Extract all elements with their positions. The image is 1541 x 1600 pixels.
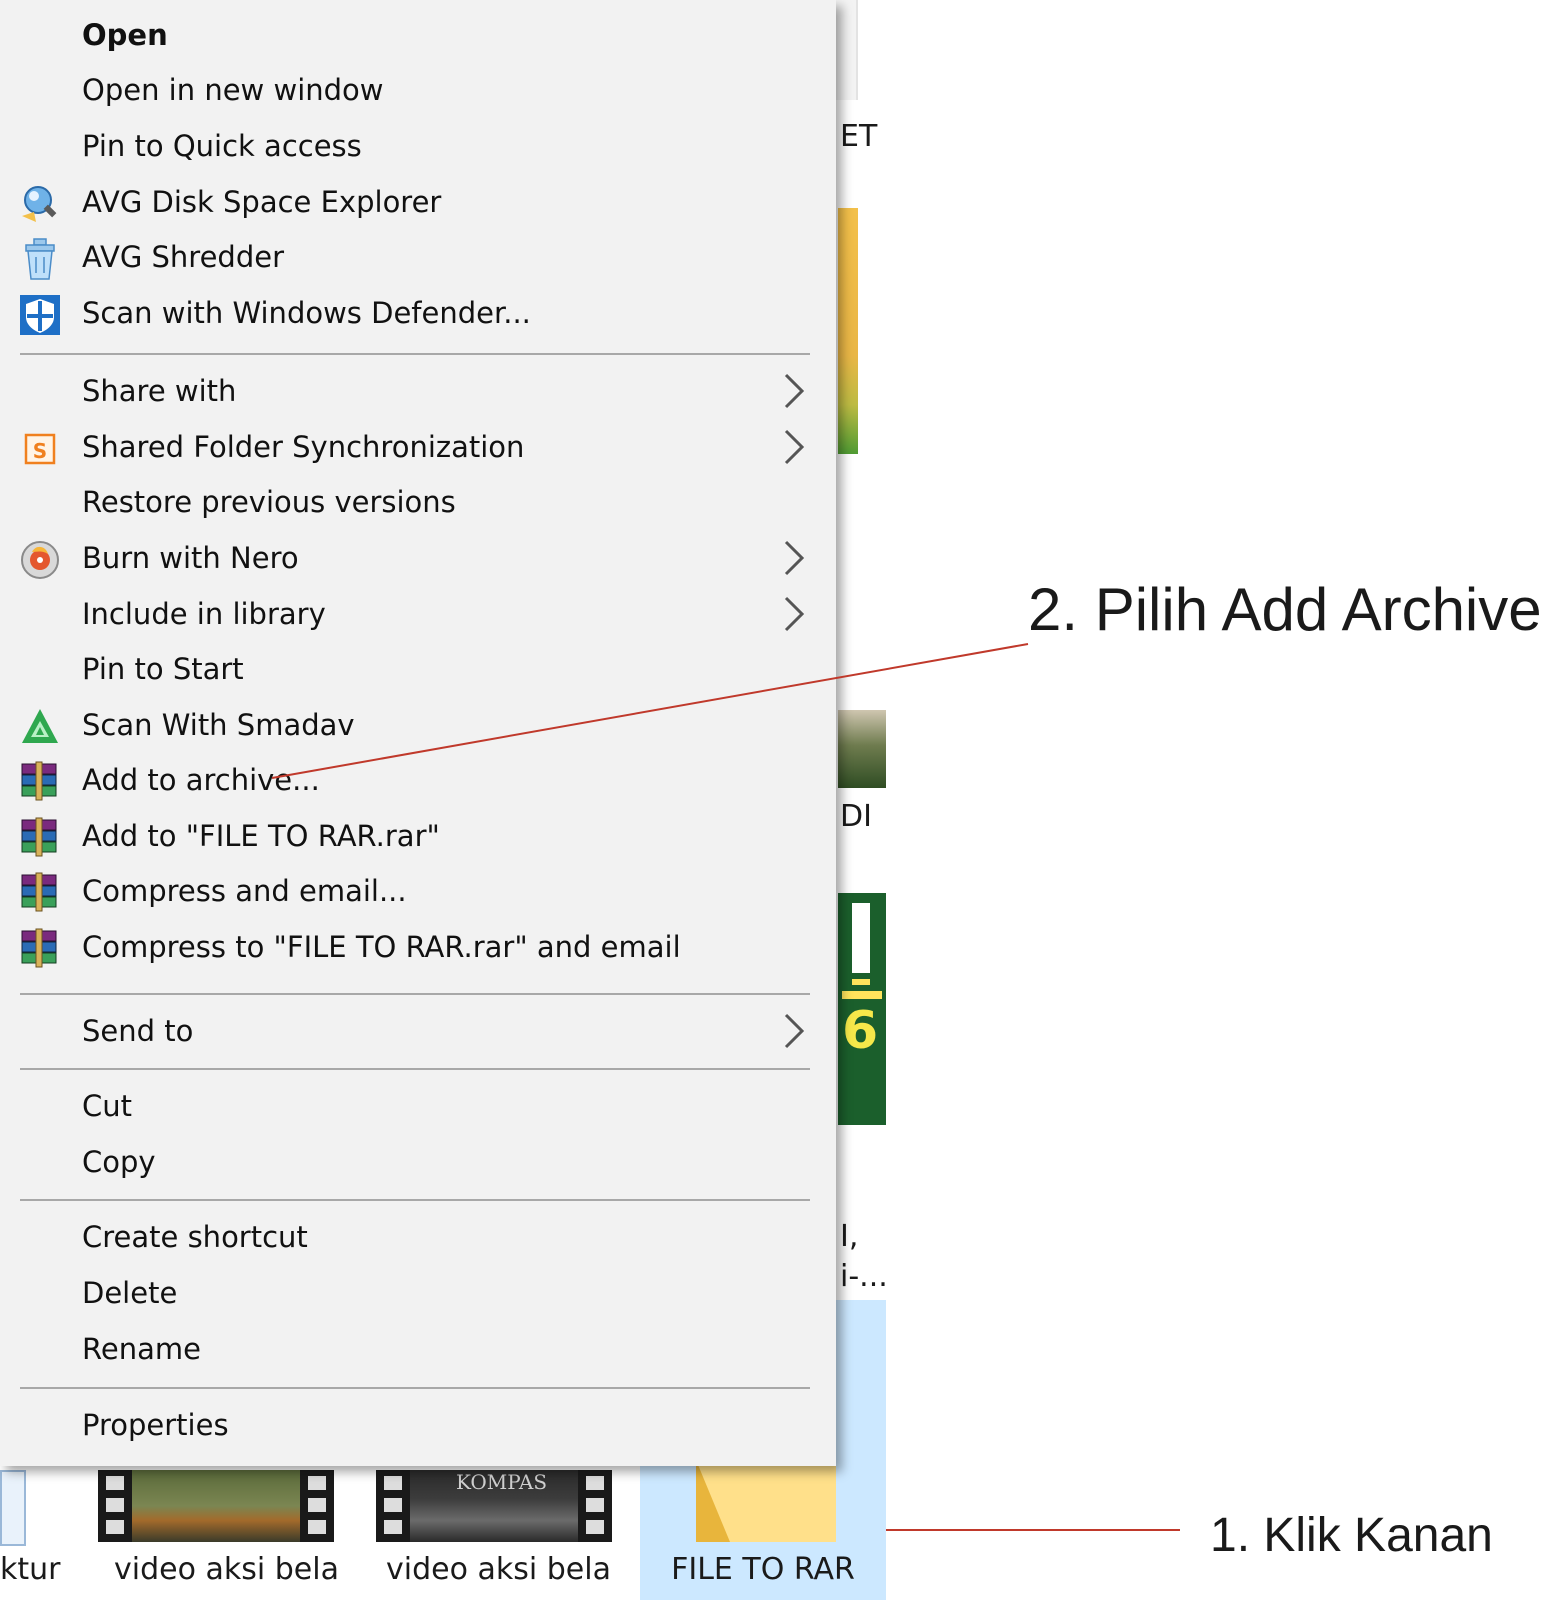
file-caption: ktur: [0, 1552, 61, 1587]
menu-item-label: AVG Shredder: [82, 240, 285, 274]
sync-icon: S: [24, 433, 56, 465]
menu-item-label: Compress and email...: [82, 874, 407, 908]
folder-name-label: FILE TO RAR: [671, 1552, 855, 1587]
menu-separator: [20, 1199, 810, 1201]
menu-item-label: Add to archive...: [82, 763, 320, 797]
chevron-right-icon: [784, 373, 805, 409]
menu-item-add-to-archive[interactable]: Add to archive...: [0, 752, 836, 808]
menu-item-cut[interactable]: Cut: [0, 1078, 836, 1134]
menu-item-create-shortcut[interactable]: Create shortcut: [0, 1209, 836, 1265]
menu-item-avg-shredder[interactable]: AVG Shredder: [0, 229, 836, 285]
menu-item-open[interactable]: Open: [0, 7, 836, 63]
smadav-icon: [22, 709, 58, 743]
menu-item-label: Shared Folder Synchronization: [82, 430, 525, 464]
file-label-fragment: I,: [840, 1219, 859, 1254]
menu-item-label: Properties: [82, 1408, 229, 1442]
menu-item-avg-disk-space-explorer[interactable]: AVG Disk Space Explorer: [0, 174, 836, 230]
menu-item-properties[interactable]: Properties: [0, 1397, 836, 1453]
menu-item-add-to-rar[interactable]: Add to "FILE TO RAR.rar": [0, 808, 836, 864]
menu-item-label: Burn with Nero: [82, 541, 299, 575]
menu-item-label: Copy: [82, 1145, 156, 1179]
file-thumbnail-fragment[interactable]: [0, 1470, 26, 1546]
file-thumbnail-fragment[interactable]: [838, 710, 886, 788]
menu-item-label: Add to "FILE TO RAR.rar": [82, 819, 440, 853]
winrar-icon: [21, 872, 57, 912]
menu-item-label: Delete: [82, 1276, 178, 1310]
menu-separator: [20, 1387, 810, 1389]
menu-item-label: Pin to Quick access: [82, 129, 362, 163]
menu-item-label: Pin to Start: [82, 652, 244, 686]
menu-item-label: Send to: [82, 1014, 194, 1048]
video-thumbnail[interactable]: [98, 1470, 334, 1542]
annotation-step1: 1. Klik Kanan: [1210, 1509, 1493, 1562]
nero-icon: [21, 541, 59, 579]
file-caption: video aksi bela: [114, 1552, 339, 1587]
avg-disk-icon: [22, 186, 57, 222]
menu-item-delete[interactable]: Delete: [0, 1265, 836, 1321]
chevron-right-icon: [784, 596, 805, 632]
menu-item-share-with[interactable]: Share with: [0, 363, 836, 419]
menu-item-label: Open: [82, 18, 168, 52]
menu-item-copy[interactable]: Copy: [0, 1134, 836, 1190]
menu-item-rename[interactable]: Rename: [0, 1321, 836, 1377]
winrar-icon: [21, 928, 57, 968]
file-label-fragment: ET: [840, 119, 878, 154]
menu-item-label: Restore previous versions: [82, 485, 456, 519]
menu-item-label: Cut: [82, 1089, 132, 1123]
menu-item-restore-previous-versions[interactable]: Restore previous versions: [0, 474, 836, 530]
chevron-right-icon: [784, 540, 805, 576]
svg-text:S: S: [33, 439, 47, 463]
menu-item-scan-smadav[interactable]: Scan With Smadav: [0, 697, 836, 753]
chevron-right-icon: [784, 429, 805, 465]
menu-item-label: Rename: [82, 1332, 201, 1366]
file-label-fragment: DI: [840, 799, 872, 834]
menu-item-label: Create shortcut: [82, 1220, 308, 1254]
file-thumbnail-fragment[interactable]: [838, 208, 858, 454]
menu-item-label: Compress to "FILE TO RAR.rar" and email: [82, 930, 681, 964]
menu-item-compress-to-rar-and-email[interactable]: Compress to "FILE TO RAR.rar" and email: [0, 919, 836, 975]
menu-item-windows-defender[interactable]: Scan with Windows Defender...: [0, 285, 836, 341]
menu-item-shared-folder-sync[interactable]: S Shared Folder Synchronization: [0, 419, 836, 475]
file-thumbnail-fragment[interactable]: 6: [838, 893, 886, 1125]
menu-item-burn-with-nero[interactable]: Burn with Nero: [0, 530, 836, 586]
menu-item-label: Include in library: [82, 597, 326, 631]
file-label-fragment: i-...: [840, 1259, 888, 1294]
thumbnail-text: KOMPAS: [456, 1470, 548, 1494]
menu-item-label: Scan with Windows Defender...: [82, 296, 531, 330]
menu-item-send-to[interactable]: Send to: [0, 1003, 836, 1059]
annotation-step2: 2. Pilih Add Archive: [1028, 576, 1541, 643]
windows-defender-icon: [20, 295, 60, 335]
video-thumbnail[interactable]: KOMPAS: [376, 1470, 612, 1542]
menu-item-label: Open in new window: [82, 73, 384, 107]
avg-shredder-icon: [25, 238, 55, 280]
menu-item-pin-quick-access[interactable]: Pin to Quick access: [0, 118, 836, 174]
menu-item-pin-to-start[interactable]: Pin to Start: [0, 641, 836, 697]
file-caption: video aksi bela: [386, 1552, 611, 1587]
menu-item-label: Scan With Smadav: [82, 708, 355, 742]
menu-item-include-in-library[interactable]: Include in library: [0, 586, 836, 642]
winrar-icon: [21, 761, 57, 801]
menu-item-label: AVG Disk Space Explorer: [82, 185, 442, 219]
menu-separator: [20, 1068, 810, 1070]
menu-item-open-new-window[interactable]: Open in new window: [0, 62, 836, 118]
winrar-icon: [21, 817, 57, 857]
chevron-right-icon: [784, 1013, 805, 1049]
menu-separator: [20, 353, 810, 355]
menu-separator: [20, 993, 810, 995]
menu-item-compress-and-email[interactable]: Compress and email...: [0, 863, 836, 919]
context-menu: Open Open in new window Pin to Quick acc…: [0, 0, 836, 1466]
menu-item-label: Share with: [82, 374, 237, 408]
